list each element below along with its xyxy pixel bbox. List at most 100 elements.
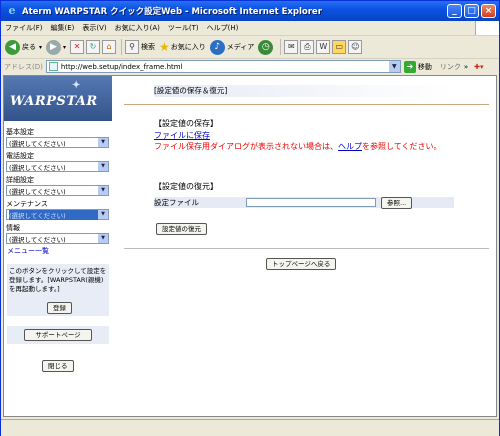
- nav-info: 情報 (選択してください) ▼: [6, 224, 110, 244]
- forward-button[interactable]: ▶ ▾: [46, 39, 66, 55]
- chevron-right-icon[interactable]: »: [464, 63, 468, 71]
- norton-icon[interactable]: ✚▾: [474, 63, 483, 71]
- address-label: アドレス(D): [4, 62, 43, 71]
- toolbar-separator: [121, 39, 123, 55]
- browser-window: e Aterm WARPSTAR クイック設定Web - Microsoft I…: [0, 0, 500, 436]
- chevron-down-icon[interactable]: ▼: [98, 186, 108, 195]
- mail-icon[interactable]: ✉: [284, 40, 299, 54]
- star-icon: ★: [159, 40, 170, 54]
- links-label[interactable]: リンク: [440, 62, 461, 72]
- nav-label: メンテナンス: [6, 200, 48, 208]
- chevron-down-icon[interactable]: ▼: [98, 138, 108, 147]
- advanced-settings-select[interactable]: (選択してください) ▼: [6, 185, 109, 196]
- search-label: 検索: [141, 43, 156, 51]
- sidebar: ✦ WARPSTAR 基本設定 (選択してください) ▼ 電話設定 (選択してく…: [4, 76, 112, 416]
- address-url: http://web.setup/index_frame.html: [60, 62, 183, 71]
- nav-label: 基本設定: [6, 128, 34, 136]
- search-icon: ⚲: [125, 40, 140, 54]
- refresh-icon[interactable]: ↻: [86, 40, 101, 54]
- back-label: 戻る: [22, 43, 36, 51]
- star-icon: ✦: [72, 80, 81, 91]
- forward-arrow-icon: ▶: [46, 39, 62, 55]
- go-arrow-icon: ➔: [403, 60, 416, 73]
- save-note-text-2: を参照してください。: [362, 142, 442, 151]
- restore-button[interactable]: 設定値の復元: [156, 223, 207, 235]
- close-window-button[interactable]: ×: [481, 4, 496, 18]
- phone-settings-select[interactable]: (選択してください) ▼: [6, 161, 109, 172]
- history-icon[interactable]: ◷: [258, 39, 274, 55]
- address-input[interactable]: http://web.setup/index_frame.html ▼: [45, 60, 401, 73]
- ie-logo-icon: e: [8, 4, 16, 17]
- chevron-down-icon[interactable]: ▼: [98, 162, 108, 171]
- print-icon[interactable]: ⎙: [300, 40, 315, 54]
- content-frame: ✦ WARPSTAR 基本設定 (選択してください) ▼ 電話設定 (選択してく…: [3, 75, 497, 417]
- messenger-icon[interactable]: ☺: [348, 40, 363, 54]
- maximize-button[interactable]: □: [464, 4, 479, 18]
- favorites-label: お気に入り: [170, 43, 206, 51]
- support-page-button[interactable]: サポートページ: [24, 329, 92, 341]
- menu-bar: ファイル(F) 編集(E) 表示(V) お気に入り(A) ツール(T) ヘルプ(…: [1, 21, 499, 36]
- menu-edit[interactable]: 編集(E): [47, 23, 79, 33]
- support-box: サポートページ: [7, 326, 109, 344]
- nav-maintenance: メンテナンス (選択してください) ▼: [6, 200, 110, 220]
- file-path-input[interactable]: [246, 198, 376, 207]
- browse-button[interactable]: 参照...: [381, 197, 413, 209]
- media-button[interactable]: ♪ メディア: [209, 39, 255, 55]
- close-button[interactable]: 閉じる: [42, 360, 74, 372]
- media-icon: ♪: [209, 39, 225, 55]
- register-help-text: このボタンをクリックして設定を登録します。[WARPSTAR(親機)を再起動しま…: [9, 267, 107, 293]
- go-label: 移動: [417, 62, 432, 71]
- info-select[interactable]: (選択してください) ▼: [6, 233, 109, 244]
- chevron-down-icon[interactable]: ▼: [98, 210, 108, 219]
- chevron-down-icon[interactable]: ▼: [98, 234, 108, 243]
- save-to-file-link[interactable]: ファイルに保存: [154, 130, 210, 141]
- title-bar: e Aterm WARPSTAR クイック設定Web - Microsoft I…: [1, 1, 499, 21]
- menu-favorites[interactable]: お気に入り(A): [111, 23, 164, 33]
- maintenance-select[interactable]: (選択してください) ▼: [6, 209, 109, 220]
- file-row: 設定ファイル 参照...: [154, 197, 454, 209]
- edit-icon[interactable]: W: [316, 40, 331, 54]
- stop-icon[interactable]: ✕: [70, 40, 85, 54]
- menu-view[interactable]: 表示(V): [78, 23, 110, 33]
- nav-advanced: 詳細設定 (選択してください) ▼: [6, 176, 110, 196]
- restore-heading: 【設定値の復元】: [154, 182, 218, 191]
- file-label: 設定ファイル: [154, 198, 199, 207]
- menu-file[interactable]: ファイル(F): [1, 23, 47, 33]
- discuss-icon[interactable]: ▭: [332, 40, 347, 54]
- select-value: (選択してください): [9, 139, 66, 148]
- media-label: メディア: [226, 43, 255, 51]
- nav-basic: 基本設定 (選択してください) ▼: [6, 128, 110, 148]
- minimize-button[interactable]: _: [447, 4, 462, 18]
- save-heading: 【設定値の保存】: [154, 119, 218, 128]
- divider: [124, 104, 489, 105]
- basic-settings-select[interactable]: (選択してください) ▼: [6, 137, 109, 148]
- back-dropdown-icon[interactable]: ▾: [39, 44, 42, 51]
- logo-text: WARPSTAR: [10, 94, 98, 109]
- home-icon[interactable]: ⌂: [102, 40, 117, 54]
- page-icon: [48, 62, 58, 71]
- select-value: (選択してください): [9, 235, 66, 244]
- menu-help[interactable]: ヘルプ(H): [203, 23, 243, 33]
- favorites-button[interactable]: ★ お気に入り: [159, 40, 206, 54]
- menu-tools[interactable]: ツール(T): [164, 23, 203, 33]
- back-arrow-icon: ◀: [5, 39, 20, 55]
- main-content: [設定値の保存＆復元] 【設定値の保存】 ファイルに保存 ファイル保存用ダイアロ…: [124, 76, 496, 416]
- save-note-text: ファイル保存用ダイアログが表示されない場合は、: [154, 142, 338, 151]
- windows-logo-icon: [475, 21, 499, 35]
- search-button[interactable]: ⚲ 検索: [125, 40, 155, 54]
- address-bar: アドレス(D) http://web.setup/index_frame.htm…: [1, 59, 499, 74]
- help-link[interactable]: ヘルプ: [338, 142, 362, 151]
- save-note: ファイル保存用ダイアログが表示されない場合は、ヘルプを参照してください。: [154, 141, 464, 152]
- chevron-down-icon[interactable]: ▼: [388, 61, 400, 72]
- menu-list-link[interactable]: メニュー一覧: [7, 246, 112, 256]
- nav-phone: 電話設定 (選択してください) ▼: [6, 152, 110, 172]
- toolbar-separator: [280, 39, 282, 55]
- top-page-button[interactable]: トップページへ戻る: [266, 258, 337, 270]
- back-button[interactable]: ◀ 戻る ▾: [5, 39, 42, 55]
- status-bar: [1, 419, 499, 436]
- forward-dropdown-icon[interactable]: ▾: [63, 44, 66, 51]
- register-help-box: このボタンをクリックして設定を登録します。[WARPSTAR(親機)を再起動しま…: [7, 264, 109, 316]
- toolbar: ◀ 戻る ▾ ▶ ▾ ✕ ↻ ⌂ ⚲ 検索 ★ お気に入り ♪ メディア ◷ ✉…: [1, 36, 499, 59]
- go-button[interactable]: ➔ 移動: [403, 60, 432, 73]
- register-button[interactable]: 登録: [47, 302, 72, 314]
